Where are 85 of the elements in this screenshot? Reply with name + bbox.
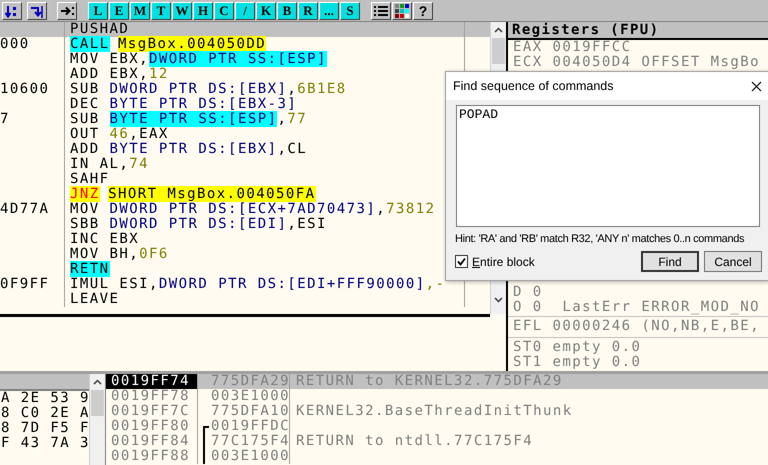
- stack-address: 0019FF88: [106, 449, 198, 464]
- instruction-text[interactable]: IMUL ESI,DWORD PTR DS:[EDI+FFF90000],-: [70, 276, 446, 292]
- instruction-text[interactable]: LEAVE: [70, 291, 120, 307]
- window-button[interactable]: T: [151, 2, 171, 20]
- scroll-down-icon[interactable]: [494, 297, 503, 303]
- stack-value: 0019FFDC: [211, 418, 290, 434]
- instruction-text[interactable]: RETN: [70, 261, 110, 277]
- address-text: 4D77A: [0, 202, 50, 217]
- address-text: 0F9FF: [0, 277, 50, 292]
- run-to-cursor-button[interactable]: [57, 2, 77, 20]
- dialog-title: Find sequence of commands: [453, 79, 614, 93]
- stack-address: 0019FF74: [106, 374, 198, 389]
- list-button[interactable]: [371, 2, 391, 20]
- window-button[interactable]: M: [130, 2, 150, 20]
- step-over-button[interactable]: [27, 2, 47, 20]
- list-icon: [374, 4, 388, 18]
- hex-text: 8 7D F5 F: [0, 421, 89, 436]
- window-button[interactable]: K: [256, 2, 276, 20]
- step-into-icon: [5, 4, 19, 18]
- stack-value: 77C175F4: [211, 433, 290, 449]
- instruction-text[interactable]: MOV BH,0F6: [70, 246, 169, 262]
- window-button[interactable]: ...: [319, 2, 339, 20]
- stack-comment: RETURN to KERNEL32.775DFA29: [295, 374, 563, 389]
- instruction-text[interactable]: PUSHAD: [70, 22, 130, 37]
- stack-comment: KERNEL32.BaseThreadInitThunk: [295, 404, 573, 419]
- step-over-icon: [30, 4, 44, 18]
- register-text: ST1 empty 0.0: [512, 355, 642, 370]
- entire-block-checkbox[interactable]: Entire block: [455, 254, 535, 268]
- window-button[interactable]: R: [298, 2, 318, 20]
- instruction-text[interactable]: ADD EBX,12: [70, 66, 169, 82]
- instruction-text[interactable]: DEC BYTE PTR DS:[EBX-3]: [70, 96, 298, 112]
- address-text: 10600: [0, 82, 50, 97]
- stack-address: 0019FF84: [106, 434, 198, 449]
- scroll-thumb[interactable]: [492, 38, 505, 64]
- scroll-up-icon[interactable]: [93, 379, 102, 385]
- instruction-text[interactable]: SUB DWORD PTR DS:[EBX],6B1E8: [70, 81, 347, 97]
- address-text: 7: [0, 112, 10, 127]
- instruction-text[interactable]: INC EBX: [70, 231, 140, 247]
- window-button[interactable]: H: [193, 2, 213, 20]
- command-field[interactable]: POPAD: [456, 105, 760, 227]
- hex-text: F 43 7A 3: [0, 436, 89, 451]
- stack-value: 775DFA29: [211, 374, 290, 389]
- instruction-text[interactable]: ADD BYTE PTR DS:[EBX],CL: [70, 141, 308, 157]
- stack-comment: RETURN to ntdll.77C175F4: [295, 434, 534, 449]
- window-button[interactable]: L: [88, 2, 108, 20]
- selected-row[interactable]: PUSHAD: [0, 22, 490, 37]
- register-text: ST0 empty 0.0: [512, 340, 642, 355]
- selected-stack-row[interactable]: 0019FF74 775DFA29 RETURN to KERNEL32.775DFA29: [106, 374, 768, 389]
- scroll-thumb[interactable]: [91, 390, 104, 416]
- color-grid-icon: [395, 4, 409, 18]
- step-into-button[interactable]: [2, 2, 22, 20]
- find-button[interactable]: Find: [641, 251, 699, 272]
- window-button[interactable]: W: [172, 2, 192, 20]
- instruction-text[interactable]: IN AL,74: [70, 156, 150, 172]
- register-text: D 0: [512, 285, 544, 300]
- instruction-text[interactable]: SBB DWORD PTR DS:[EDI],ESI: [70, 216, 327, 232]
- window-button[interactable]: S: [340, 2, 360, 20]
- stack-address: 0019FF7C: [106, 404, 198, 419]
- close-icon[interactable]: [751, 80, 762, 92]
- scrollbar[interactable]: [89, 374, 105, 465]
- instruction-text[interactable]: SAHF: [70, 171, 110, 187]
- scroll-up-icon[interactable]: [494, 27, 503, 33]
- register-text: ECX 004050D4 OFFSET MsgBo: [512, 55, 761, 70]
- hex-text: A 2E 53 9: [0, 391, 89, 406]
- stack-value: 003E1000: [211, 388, 290, 404]
- register-text: EFL 00000246 (NO,NB,E,BE,: [512, 319, 761, 334]
- cancel-button[interactable]: Cancel: [704, 251, 762, 272]
- help-button[interactable]: ?: [413, 2, 433, 20]
- register-text: O 0 LastErr ERROR_MOD_NO: [512, 300, 761, 315]
- check-icon: [457, 257, 466, 266]
- stack-value: 775DFA10: [211, 403, 290, 419]
- window-button[interactable]: E: [109, 2, 129, 20]
- hint-text: Hint: 'RA' and 'RB' match R32, 'ANY n' matches 0..n commands: [455, 233, 746, 245]
- stack-value: 003E1000: [211, 448, 290, 464]
- instruction-text[interactable]: OUT 46,EAX: [70, 126, 169, 142]
- address-text: 000: [0, 37, 30, 52]
- window-button[interactable]: C: [214, 2, 234, 20]
- colors-button[interactable]: [392, 2, 412, 20]
- instruction-text[interactable]: MOV DWORD PTR DS:[ECX+7AD70473],73812: [70, 201, 436, 217]
- stack-address: 0019FF80: [106, 419, 198, 434]
- register-text: EAX 0019FFCC: [512, 40, 633, 55]
- window-button[interactable]: B: [277, 2, 297, 20]
- window-button[interactable]: /: [235, 2, 255, 20]
- panel-title: Registers (FPU): [508, 22, 768, 40]
- stack-address: 0019FF78: [106, 389, 198, 404]
